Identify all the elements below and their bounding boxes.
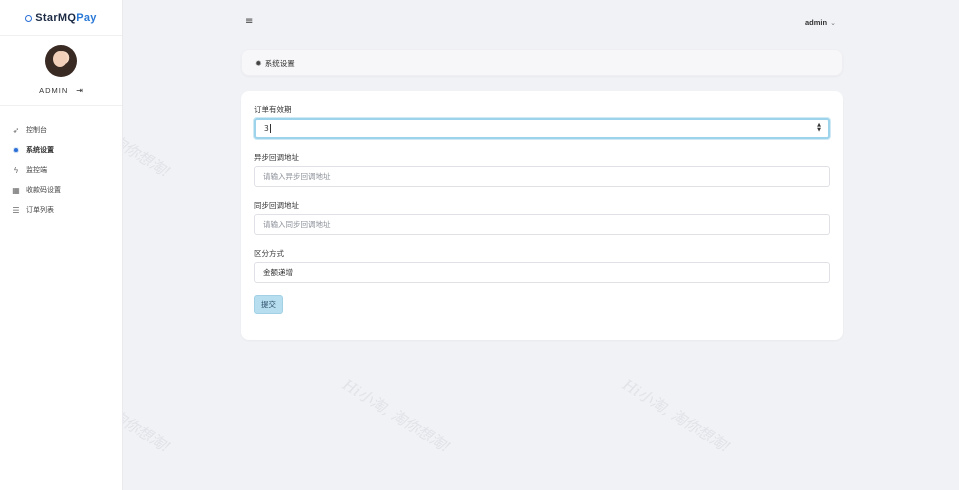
submit-button[interactable]: 提交 — [254, 295, 283, 314]
distinguish-method-label: 区分方式 — [254, 249, 284, 258]
breadcrumb: ✹ 系统设置 — [241, 49, 843, 76]
bolt-icon: ϟ — [13, 165, 19, 175]
rocket-icon: ➶ — [12, 125, 20, 135]
order-validity-input[interactable]: 3 ▲ ▼ — [254, 118, 830, 139]
user-name: admin — [805, 18, 828, 27]
grid-icon: ▦ — [12, 185, 20, 195]
sidebar-item-label: 收款码设置 — [26, 186, 61, 194]
user-menu[interactable]: admin ⌄ — [805, 18, 836, 27]
settings-form: 订单有效期 3 ▲ ▼ 异步回调地址 请输入异步回调地址 同步回调地址 请输入同步… — [241, 91, 843, 340]
sidebar-item-label: 控制台 — [26, 126, 47, 134]
sidebar-item-label: 监控端 — [26, 166, 47, 174]
sync-callback-input[interactable]: 请输入同步回调地址 — [254, 214, 830, 235]
sync-callback-label: 同步回调地址 — [254, 201, 299, 210]
page-title: 系统设置 — [264, 59, 295, 68]
sidebar-item-order-list[interactable]: ☰ 订单列表 — [0, 200, 122, 220]
avatar — [45, 45, 77, 77]
hamburger-icon[interactable]: ≡ — [245, 16, 253, 27]
watermark: Hi小淘, 淘你想淘! — [619, 375, 734, 457]
sidebar-item-label: 订单列表 — [26, 206, 54, 214]
logo-icon — [25, 15, 33, 22]
logo-text: StarMQPay — [35, 11, 97, 24]
async-callback-label: 异步回调地址 — [254, 153, 299, 162]
gear-icon: ✹ — [12, 145, 20, 155]
sidebar-nav: ➶ 控制台 ✹ 系统设置 ϟ 监控端 ▦ 收款码设置 ☰ 订单列表 — [0, 120, 122, 220]
order-validity-label: 订单有效期 — [254, 105, 292, 114]
text-cursor — [269, 124, 271, 133]
profile-panel: ADMIN ⇥ — [0, 36, 122, 106]
profile-name: ADMIN — [39, 86, 69, 95]
watermark: Hi小淘, 淘你想淘! — [339, 375, 454, 457]
sidebar-item-monitor[interactable]: ϟ 监控端 — [0, 160, 122, 180]
logo[interactable]: StarMQPay — [0, 0, 122, 36]
sidebar-item-qrcode-settings[interactable]: ▦ 收款码设置 — [0, 180, 122, 200]
gear-icon: ✹ — [255, 59, 262, 68]
logout-icon[interactable]: ⇥ — [76, 86, 83, 95]
distinguish-method-select[interactable]: 金额递增 — [254, 262, 830, 283]
sidebar: StarMQPay ADMIN ⇥ ➶ 控制台 ✹ 系统设置 ϟ 监控端 ▦ 收… — [0, 0, 123, 490]
chevron-down-icon: ⌄ — [830, 19, 836, 27]
sidebar-item-system-settings[interactable]: ✹ 系统设置 — [0, 140, 122, 160]
list-icon: ☰ — [12, 205, 20, 215]
async-callback-input[interactable]: 请输入异步回调地址 — [254, 166, 830, 187]
sidebar-item-dashboard[interactable]: ➶ 控制台 — [0, 120, 122, 140]
number-spinner-icon[interactable]: ▲ ▼ — [817, 123, 821, 133]
sidebar-item-label: 系统设置 — [26, 146, 54, 154]
